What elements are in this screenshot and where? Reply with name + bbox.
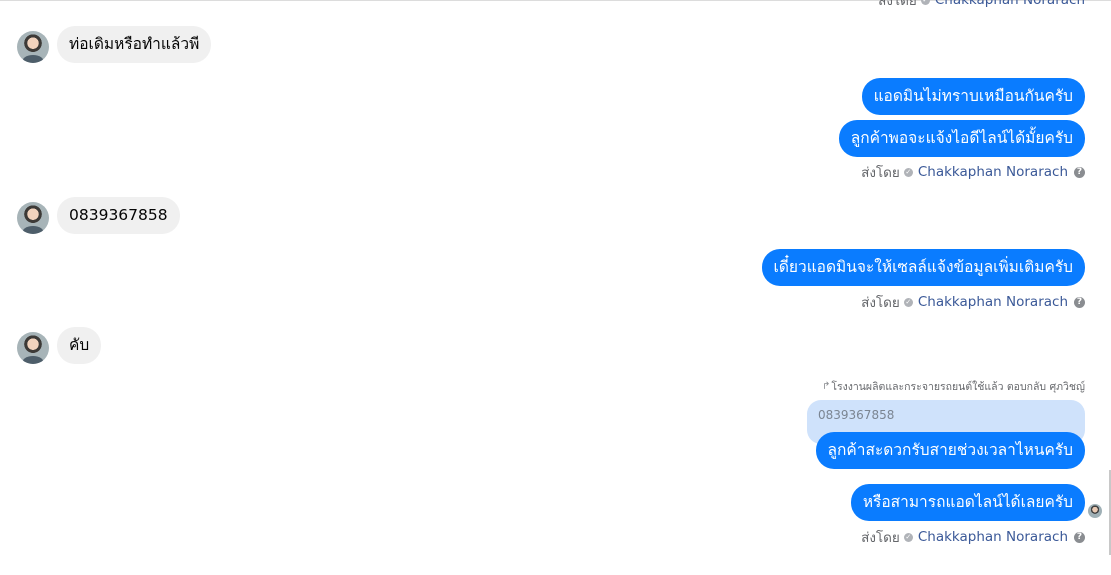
sender-name[interactable]: Chakkaphan Norarach [918, 294, 1068, 310]
outgoing-message[interactable]: แอดมินไม่ทราบเหมือนกันครับ [861, 78, 1085, 115]
sent-by-label: ส่งโดย [861, 530, 900, 546]
contact-avatar[interactable] [17, 202, 49, 234]
sent-by-note: ส่งโดย ✓ Chakkaphan Norarach ? [861, 527, 1085, 547]
sent-by-note: ส่งโดย ✓ Chakkaphan Norarach [878, 0, 1085, 10]
sent-by-label: ส่งโดย [861, 295, 900, 311]
sent-by-label: ส่งโดย [878, 0, 917, 9]
outgoing-message[interactable]: ลูกค้าพอจะแจ้งไอดีไลน์ได้มั้ยครับ [838, 120, 1085, 157]
quoted-message-text: 0839367858 [818, 408, 895, 422]
incoming-message[interactable]: ท่อเดิมหรือทำแล้วพี [57, 26, 212, 63]
outgoing-message[interactable]: ลูกค้าสะดวกรับสายช่วงเวลาไหนครับ [815, 432, 1085, 469]
verified-icon: ✓ [920, 0, 930, 5]
reply-arrow-icon: ↱ [821, 380, 831, 392]
seen-avatar [1088, 504, 1102, 518]
outgoing-message[interactable]: เดี๋ยวแอดมินจะให้เซลล์แจ้งข้อมูลเพิ่มเติ… [761, 249, 1085, 286]
sender-name[interactable]: Chakkaphan Norarach [918, 529, 1068, 545]
sent-by-label: ส่งโดย [861, 165, 900, 181]
help-icon[interactable]: ? [1074, 531, 1085, 543]
verified-icon: ✓ [903, 297, 913, 307]
sent-by-note: ส่งโดย ✓ Chakkaphan Norarach ? [861, 292, 1085, 312]
sender-name[interactable]: Chakkaphan Norarach [918, 164, 1068, 180]
incoming-message[interactable]: คับ [57, 327, 102, 364]
help-icon[interactable]: ? [1074, 166, 1085, 178]
sent-by-note: ส่งโดย ✓ Chakkaphan Norarach ? [861, 162, 1085, 182]
verified-icon: ✓ [903, 532, 913, 542]
reply-context: ↱ โรงงานผลิตและกระจายรถยนต์ใช้แล้ว ตอบกล… [822, 379, 1085, 393]
outgoing-message[interactable]: หรือสามารถแอดไลน์ได้เลยครับ [850, 484, 1085, 521]
incoming-message[interactable]: 0839367858 [57, 197, 180, 234]
help-icon[interactable]: ? [1074, 296, 1085, 308]
reply-context-text: โรงงานผลิตและกระจายรถยนต์ใช้แล้ว ตอบกลับ… [831, 380, 1085, 393]
sender-name[interactable]: Chakkaphan Norarach [935, 0, 1085, 8]
contact-avatar[interactable] [17, 31, 49, 63]
verified-icon: ✓ [903, 167, 913, 177]
contact-avatar[interactable] [17, 332, 49, 364]
